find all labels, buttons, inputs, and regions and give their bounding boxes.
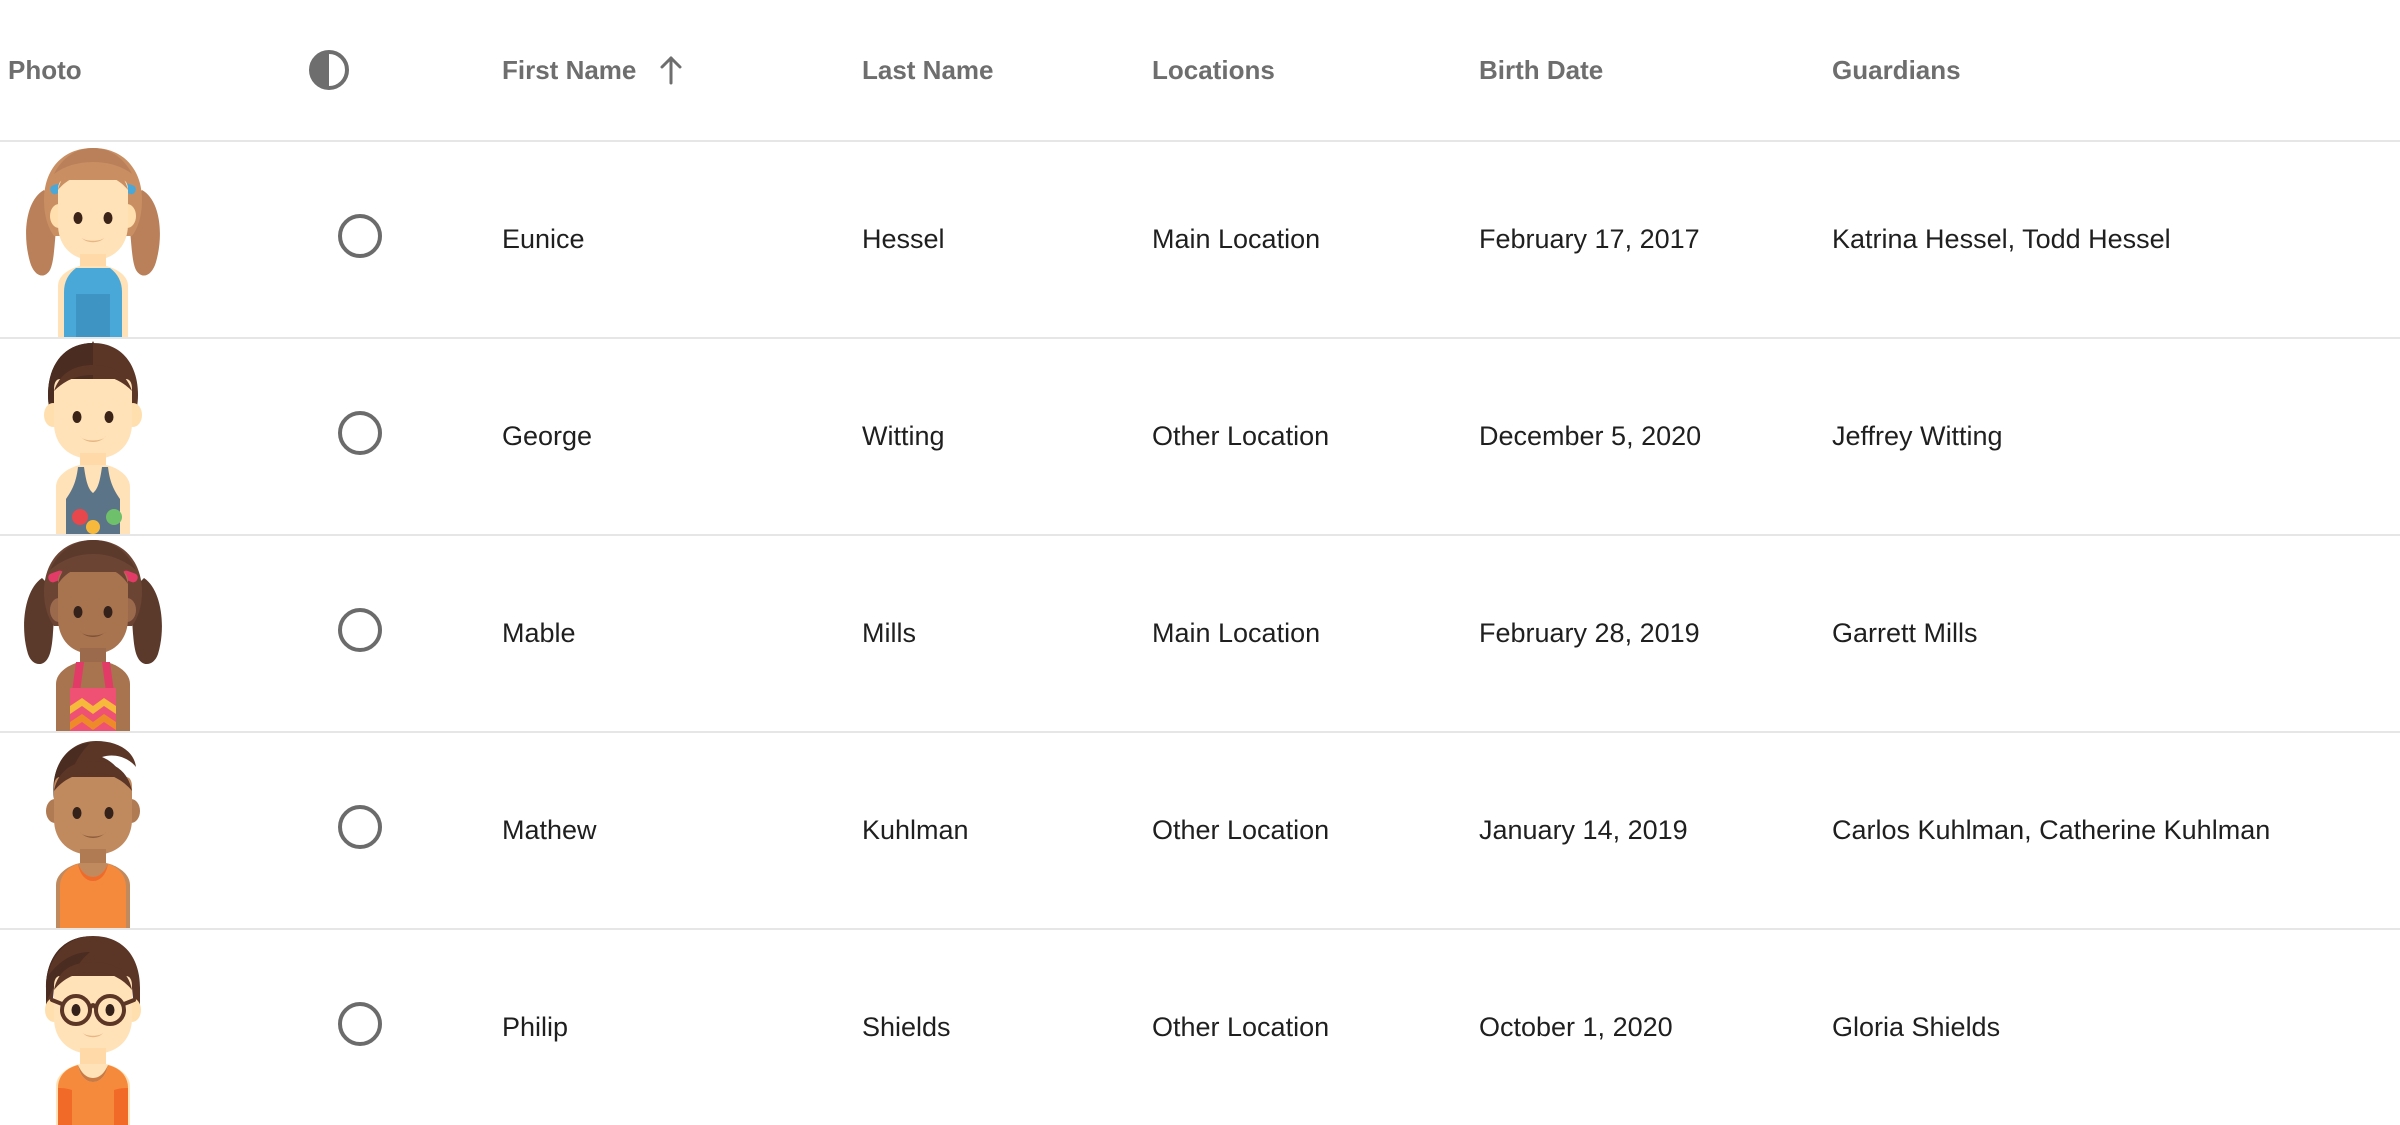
row-select-radio[interactable] (338, 214, 382, 258)
boy-spiky-hair-overalls-avatar (18, 339, 168, 534)
birth-date-cell: December 5, 2020 (1455, 338, 1810, 535)
first-name-cell: Philip (480, 929, 840, 1125)
student-photo-cell (0, 732, 290, 929)
first-name-cell: Mable (480, 535, 840, 732)
guardians-cell: Carlos Kuhlman, Catherine Kuhlman (1810, 732, 2400, 929)
row-select-cell[interactable] (290, 535, 480, 732)
table-row[interactable]: Philip Shields Other Location October 1,… (0, 929, 2400, 1125)
column-header-first-name[interactable]: First Name (480, 0, 840, 141)
student-photo-cell (0, 535, 290, 732)
table-row[interactable]: Eunice Hessel Main Location February 17,… (0, 141, 2400, 338)
last-name-cell: Hessel (840, 141, 1130, 338)
student-photo-cell (0, 929, 290, 1125)
table-row[interactable]: Mable Mills Main Location February 28, 2… (0, 535, 2400, 732)
column-header-locations[interactable]: Locations (1130, 0, 1455, 141)
column-header-photo-label: Photo (8, 54, 82, 85)
table-row[interactable]: George Witting Other Location December 5… (0, 338, 2400, 535)
column-header-birth-date-label: Birth Date (1479, 54, 1604, 85)
boy-glasses-orange-shirt-avatar (18, 930, 168, 1125)
locations-cell: Main Location (1130, 535, 1455, 732)
last-name-cell: Shields (840, 929, 1130, 1125)
first-name-cell: Mathew (480, 732, 840, 929)
column-header-guardians-label: Guardians (1832, 54, 1961, 85)
birth-date-cell: February 17, 2017 (1455, 141, 1810, 338)
guardians-cell: Jeffrey Witting (1810, 338, 2400, 535)
column-header-last-name[interactable]: Last Name (840, 0, 1130, 141)
locations-cell: Other Location (1130, 338, 1455, 535)
students-table: Photo First Name Last Name Locations Bir… (0, 0, 2400, 1125)
row-select-radio[interactable] (338, 1002, 382, 1046)
table-header: Photo First Name Last Name Locations Bir… (0, 0, 2400, 141)
locations-cell: Other Location (1130, 929, 1455, 1125)
last-name-cell: Mills (840, 535, 1130, 732)
column-header-last-name-label: Last Name (862, 54, 994, 85)
student-photo-cell (0, 338, 290, 535)
arrow-up-icon[interactable] (658, 55, 684, 85)
boy-swept-hair-orange-shirt-avatar (18, 733, 168, 928)
row-select-radio[interactable] (338, 805, 382, 849)
row-select-radio[interactable] (338, 608, 382, 652)
girl-pigtails-chevron-top-avatar (18, 536, 168, 731)
column-header-photo[interactable]: Photo (0, 0, 290, 141)
last-name-cell: Witting (840, 338, 1130, 535)
last-name-cell: Kuhlman (840, 732, 1130, 929)
row-select-cell[interactable] (290, 338, 480, 535)
first-name-cell: George (480, 338, 840, 535)
half-circle-select-icon[interactable] (308, 49, 350, 91)
row-select-cell[interactable] (290, 141, 480, 338)
table-body: Eunice Hessel Main Location February 17,… (0, 141, 2400, 1125)
birth-date-cell: February 28, 2019 (1455, 535, 1810, 732)
locations-cell: Main Location (1130, 141, 1455, 338)
girl-pigtails-blue-dress-avatar (18, 142, 168, 337)
column-header-guardians[interactable]: Guardians (1810, 0, 2400, 141)
column-header-locations-label: Locations (1152, 54, 1275, 85)
student-photo-cell (0, 141, 290, 338)
row-select-cell[interactable] (290, 929, 480, 1125)
guardians-cell: Katrina Hessel, Todd Hessel (1810, 141, 2400, 338)
first-name-cell: Eunice (480, 141, 840, 338)
table-header-row: Photo First Name Last Name Locations Bir… (0, 0, 2400, 141)
row-select-radio[interactable] (338, 411, 382, 455)
locations-cell: Other Location (1130, 732, 1455, 929)
column-header-first-name-label: First Name (502, 54, 637, 85)
table-row[interactable]: Mathew Kuhlman Other Location January 14… (0, 732, 2400, 929)
column-header-birth-date[interactable]: Birth Date (1455, 0, 1810, 141)
birth-date-cell: October 1, 2020 (1455, 929, 1810, 1125)
guardians-cell: Gloria Shields (1810, 929, 2400, 1125)
row-select-cell[interactable] (290, 732, 480, 929)
guardians-cell: Garrett Mills (1810, 535, 2400, 732)
birth-date-cell: January 14, 2019 (1455, 732, 1810, 929)
column-header-select[interactable] (290, 0, 480, 141)
